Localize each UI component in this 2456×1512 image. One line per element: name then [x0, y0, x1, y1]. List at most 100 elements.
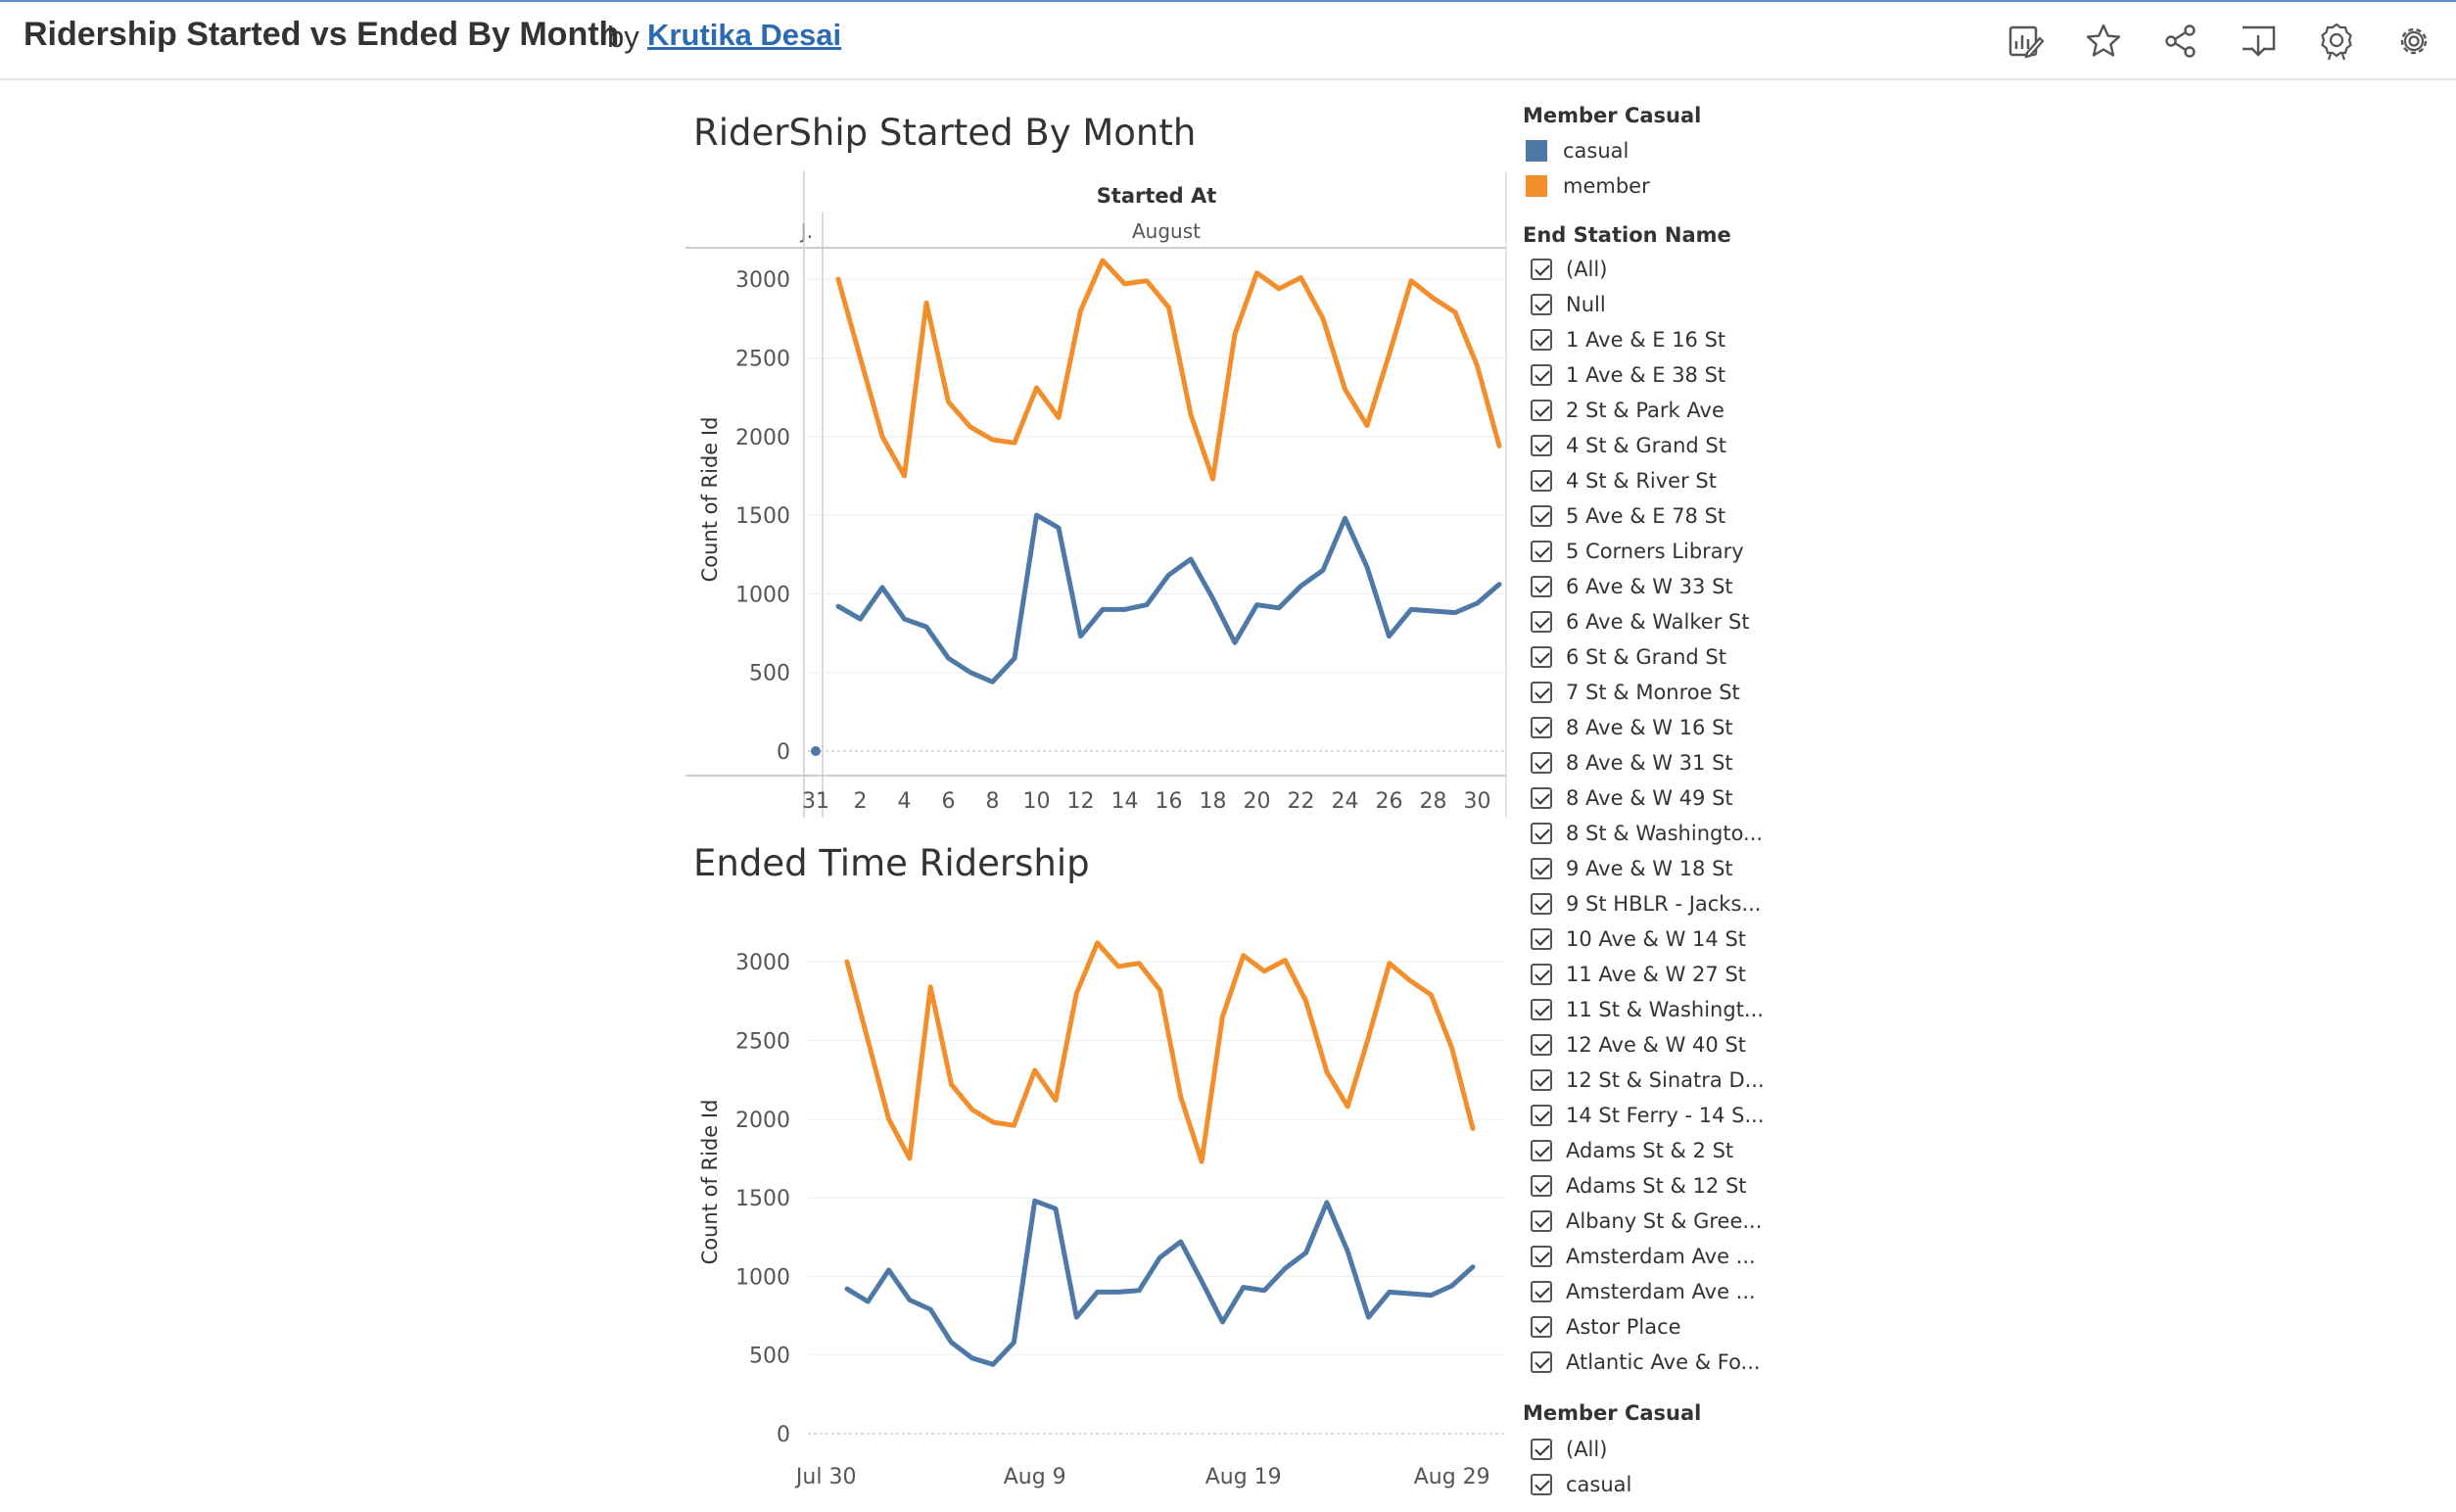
- checkbox-checked-icon[interactable]: [1531, 470, 1552, 492]
- end-station-checkbox-item[interactable]: (All): [1531, 254, 1607, 285]
- checkbox-checked-icon[interactable]: [1531, 1316, 1552, 1338]
- end-station-checkbox-item[interactable]: 14 St Ferry - 14 S...: [1531, 1100, 1765, 1131]
- checkbox-checked-icon[interactable]: [1531, 1069, 1552, 1091]
- end-station-checkbox-item[interactable]: Amsterdam Ave ...: [1531, 1241, 1756, 1272]
- end-station-checkbox-item[interactable]: 12 St & Sinatra D...: [1531, 1064, 1765, 1096]
- month-label-august: August: [1132, 219, 1201, 243]
- end-station-checkbox-item[interactable]: 8 Ave & W 16 St: [1531, 712, 1733, 743]
- end-station-checkbox-item[interactable]: 7 St & Monroe St: [1531, 677, 1740, 708]
- end-station-item-label: 1 Ave & E 16 St: [1566, 328, 1726, 352]
- end-station-checkbox-item[interactable]: 11 Ave & W 27 St: [1531, 959, 1746, 990]
- checkbox-checked-icon[interactable]: [1531, 1210, 1552, 1232]
- end-station-item-label: 10 Ave & W 14 St: [1566, 927, 1747, 951]
- share-icon[interactable]: [2161, 22, 2200, 61]
- chart1-plot[interactable]: Started At J. August 0 500 1000 1500 2000 2500 30…: [685, 171, 1513, 818]
- end-station-checkbox-item[interactable]: 6 Ave & Walker St: [1531, 606, 1750, 638]
- chart2-plot[interactable]: 0 500 1000 1500 2000 2500 3000 Count of Ride Id…: [685, 911, 1513, 1498]
- x-tick-label: 16: [1156, 789, 1183, 814]
- checkbox-checked-icon[interactable]: [1531, 682, 1552, 703]
- end-station-item-label: 8 St & Washingto...: [1566, 822, 1764, 845]
- checkbox-checked-icon[interactable]: [1531, 1439, 1552, 1460]
- checkbox-checked-icon[interactable]: [1531, 294, 1552, 315]
- checkbox-checked-icon[interactable]: [1531, 928, 1552, 950]
- gear-icon[interactable]: [2394, 22, 2433, 61]
- member-casual-checkbox-item[interactable]: casual: [1531, 1469, 1631, 1500]
- end-station-checkbox-item[interactable]: Null: [1531, 289, 1606, 320]
- end-station-checkbox-item[interactable]: 4 St & River St: [1531, 465, 1717, 496]
- end-station-checkbox-item[interactable]: 5 Ave & E 78 St: [1531, 500, 1725, 532]
- member-casual-checkbox-item[interactable]: (All): [1531, 1434, 1607, 1465]
- y-tick-label: 2500: [735, 1029, 790, 1054]
- checkbox-checked-icon[interactable]: [1531, 646, 1552, 668]
- checkbox-checked-icon[interactable]: [1531, 717, 1552, 738]
- legend-item-member[interactable]: member: [1526, 171, 1650, 201]
- y-tick-label: 0: [777, 1423, 790, 1447]
- chart1-title: RiderShip Started By Month: [693, 112, 1197, 154]
- checkbox-checked-icon[interactable]: [1531, 576, 1552, 597]
- end-station-checkbox-item[interactable]: Albany St & Gree...: [1531, 1205, 1762, 1237]
- checkbox-checked-icon[interactable]: [1531, 505, 1552, 527]
- end-station-checkbox-item[interactable]: Astor Place: [1531, 1311, 1681, 1343]
- star-icon[interactable]: [2084, 22, 2123, 61]
- end-station-checkbox-item[interactable]: 8 Ave & W 31 St: [1531, 747, 1733, 779]
- x-tick-label: Aug 29: [1414, 1465, 1490, 1489]
- end-station-checkbox-item[interactable]: 9 St HBLR - Jacks...: [1531, 888, 1761, 920]
- checkbox-checked-icon[interactable]: [1531, 541, 1552, 562]
- checkbox-checked-icon[interactable]: [1531, 1175, 1552, 1197]
- end-station-checkbox-item[interactable]: Adams St & 2 St: [1531, 1135, 1733, 1166]
- end-station-checkbox-item[interactable]: 5 Corners Library: [1531, 536, 1744, 567]
- end-station-checkbox-item[interactable]: 6 Ave & W 33 St: [1531, 571, 1733, 602]
- data-point-jul31: [811, 746, 821, 756]
- end-station-item-label: 11 St & Washingt...: [1566, 998, 1764, 1021]
- legend-item-casual[interactable]: casual: [1526, 136, 1629, 165]
- award-icon[interactable]: [2317, 22, 2356, 61]
- download-icon[interactable]: [2239, 22, 2278, 61]
- end-station-checkbox-item[interactable]: 1 Ave & E 38 St: [1531, 359, 1725, 391]
- checkbox-checked-icon[interactable]: [1531, 1351, 1552, 1373]
- checkbox-checked-icon[interactable]: [1531, 1105, 1552, 1126]
- checkbox-checked-icon[interactable]: [1531, 364, 1552, 386]
- end-station-checkbox-item[interactable]: Amsterdam Ave ...: [1531, 1276, 1756, 1307]
- y-tick-label: 3000: [735, 951, 790, 975]
- casual-swatch: [1526, 140, 1547, 162]
- checkbox-checked-icon[interactable]: [1531, 1474, 1552, 1495]
- checkbox-checked-icon[interactable]: [1531, 787, 1552, 809]
- checkbox-checked-icon[interactable]: [1531, 400, 1552, 421]
- filter-end-station-title: End Station Name: [1523, 223, 1731, 247]
- end-station-checkbox-item[interactable]: 12 Ave & W 40 St: [1531, 1029, 1746, 1061]
- checkbox-checked-icon[interactable]: [1531, 611, 1552, 633]
- end-station-checkbox-item[interactable]: 9 Ave & W 18 St: [1531, 853, 1733, 884]
- end-station-checkbox-item[interactable]: 1 Ave & E 16 St: [1531, 324, 1725, 355]
- end-station-checkbox-item[interactable]: Adams St & 12 St: [1531, 1170, 1747, 1202]
- end-station-checkbox-item[interactable]: 6 St & Grand St: [1531, 641, 1726, 673]
- checkbox-checked-icon[interactable]: [1531, 259, 1552, 280]
- end-station-checkbox-item[interactable]: 4 St & Grand St: [1531, 430, 1726, 461]
- checkbox-checked-icon[interactable]: [1531, 435, 1552, 456]
- checkbox-checked-icon[interactable]: [1531, 893, 1552, 915]
- checkbox-checked-icon[interactable]: [1531, 1034, 1552, 1056]
- checkbox-checked-icon[interactable]: [1531, 329, 1552, 351]
- checkbox-checked-icon[interactable]: [1531, 823, 1552, 844]
- end-station-checkbox-item[interactable]: Atlantic Ave & Fo...: [1531, 1347, 1761, 1378]
- checkbox-checked-icon[interactable]: [1531, 858, 1552, 879]
- checkbox-checked-icon[interactable]: [1531, 1281, 1552, 1302]
- checkbox-checked-icon[interactable]: [1531, 1140, 1552, 1161]
- end-station-checkbox-item[interactable]: 8 St & Washingto...: [1531, 818, 1763, 849]
- checkbox-checked-icon[interactable]: [1531, 752, 1552, 774]
- end-station-checkbox-item[interactable]: 8 Ave & W 49 St: [1531, 782, 1733, 814]
- legend-title: Member Casual: [1523, 104, 1702, 127]
- end-station-item-label: 12 Ave & W 40 St: [1566, 1033, 1747, 1057]
- end-station-checkbox-item[interactable]: 10 Ave & W 14 St: [1531, 923, 1746, 955]
- checkbox-checked-icon[interactable]: [1531, 999, 1552, 1020]
- edit-icon[interactable]: [2006, 22, 2045, 61]
- filter-member-title: Member Casual: [1523, 1401, 1702, 1425]
- x-tick-label: 26: [1376, 789, 1403, 814]
- end-station-checkbox-item[interactable]: 11 St & Washingt...: [1531, 994, 1764, 1025]
- end-station-item-label: 11 Ave & W 27 St: [1566, 963, 1747, 986]
- member-casual-item-label: casual: [1566, 1473, 1632, 1496]
- x-tick-label: 30: [1464, 789, 1491, 814]
- checkbox-checked-icon[interactable]: [1531, 964, 1552, 985]
- author-link[interactable]: Krutika Desai: [647, 18, 841, 53]
- checkbox-checked-icon[interactable]: [1531, 1246, 1552, 1267]
- end-station-checkbox-item[interactable]: 2 St & Park Ave: [1531, 395, 1724, 426]
